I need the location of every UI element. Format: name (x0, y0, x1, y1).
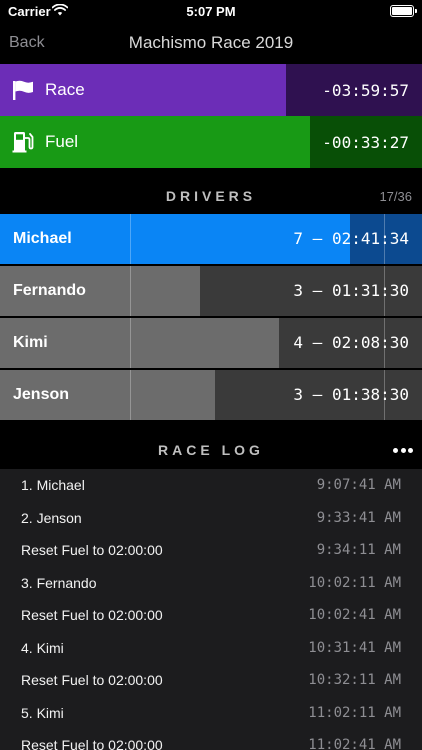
flag-icon (13, 80, 33, 100)
drivers-section-header: DRIVERS 17/36 (0, 172, 422, 218)
race-label-area: Race (0, 64, 286, 116)
log-item[interactable]: 4. Kimi 10:31:41 AM (0, 632, 422, 664)
log-item[interactable]: 5. Kimi 11:02:11 AM (0, 697, 422, 729)
log-entry-time: 11:02:11 AM (308, 704, 401, 721)
status-time: 5:07 PM (186, 4, 236, 19)
fuel-countdown: -00:33:27 (322, 132, 409, 152)
log-entry-text: 1. Michael (21, 477, 85, 493)
divider-line (130, 318, 131, 368)
log-entry-time: 10:31:41 AM (308, 639, 401, 656)
driver-stats: 3 — 01:31:30 (293, 281, 409, 300)
divider-line (130, 266, 131, 316)
log-entry-text: Reset Fuel to 02:00:00 (21, 737, 163, 750)
race-timer-row[interactable]: Race -03:59:57 (0, 64, 422, 116)
race-countdown: -03:59:57 (322, 80, 409, 100)
log-entry-text: 2. Jenson (21, 509, 82, 526)
race-log-list[interactable]: 1. Michael 9:07:41 AM 2. Jenson 9:33:41 … (0, 469, 422, 750)
log-entry-text: Reset Fuel to 02:00:00 (21, 672, 163, 688)
page-title: Machismo Race 2019 (128, 33, 294, 52)
drivers-count: 17/36 (379, 189, 412, 204)
log-entry-text: Reset Fuel to 02:00:00 (21, 607, 163, 623)
race-log-section-header: RACE LOG (0, 424, 422, 470)
log-entry-time: 9:07:41 AM (316, 477, 401, 493)
drivers-title: DRIVERS (165, 188, 257, 204)
log-entry-time: 11:02:41 AM (308, 737, 401, 750)
driver-row-michael[interactable]: Michael 7 — 02:41:34 (0, 214, 422, 264)
log-entry-time: 10:32:11 AM (308, 672, 401, 688)
driver-stats: 7 — 02:41:34 (293, 229, 409, 248)
fuel-pump-icon (12, 132, 34, 153)
log-entry-text: 4. Kimi (21, 639, 64, 656)
race-log-title: RACE LOG (158, 442, 264, 458)
navigation-bar: Back Machismo Race 2019 (0, 24, 422, 64)
log-item[interactable]: Reset Fuel to 02:00:00 11:02:41 AM (0, 729, 422, 750)
status-bar: Carrier 5:07 PM (0, 0, 422, 24)
driver-row-kimi[interactable]: Kimi 4 — 02:08:30 (0, 318, 422, 368)
divider-line (130, 370, 131, 420)
driver-stats: 4 — 02:08:30 (293, 333, 409, 352)
driver-name: Michael (13, 230, 72, 247)
log-item[interactable]: Reset Fuel to 02:00:00 10:02:41 AM (0, 599, 422, 631)
more-options-icon[interactable] (393, 448, 413, 454)
driver-name: Fernando (13, 282, 86, 299)
log-item[interactable]: Reset Fuel to 02:00:00 9:34:11 AM (0, 534, 422, 566)
log-entry-time: 9:34:11 AM (316, 542, 401, 558)
divider-line (130, 214, 131, 264)
fuel-label-area: Fuel (0, 116, 310, 168)
log-item[interactable]: 3. Fernando 10:02:11 AM (0, 567, 422, 599)
log-entry-text: 5. Kimi (21, 704, 64, 721)
log-entry-time: 10:02:11 AM (308, 574, 401, 591)
driver-row-jenson[interactable]: Jenson 3 — 01:38:30 (0, 370, 422, 420)
log-entry-text: Reset Fuel to 02:00:00 (21, 542, 163, 558)
driver-name: Jenson (13, 386, 70, 403)
driver-row-fernando[interactable]: Fernando 3 — 01:31:30 (0, 266, 422, 316)
fuel-value-area: -00:33:27 (310, 116, 422, 168)
race-value-area: -03:59:57 (286, 64, 422, 116)
driver-stats: 3 — 01:38:30 (293, 385, 409, 404)
log-item[interactable]: 1. Michael 9:07:41 AM (0, 469, 422, 501)
log-entry-time: 10:02:41 AM (308, 607, 401, 623)
log-item[interactable]: 2. Jenson 9:33:41 AM (0, 502, 422, 534)
log-entry-text: 3. Fernando (21, 574, 97, 591)
fuel-timer-row[interactable]: Fuel -00:33:27 (0, 116, 422, 168)
driver-name: Kimi (13, 334, 48, 351)
log-item[interactable]: Reset Fuel to 02:00:00 10:32:11 AM (0, 664, 422, 696)
log-entry-time: 9:33:41 AM (316, 509, 401, 526)
race-label: Race (45, 80, 85, 99)
fuel-label: Fuel (45, 132, 79, 151)
battery-icon (390, 5, 417, 17)
